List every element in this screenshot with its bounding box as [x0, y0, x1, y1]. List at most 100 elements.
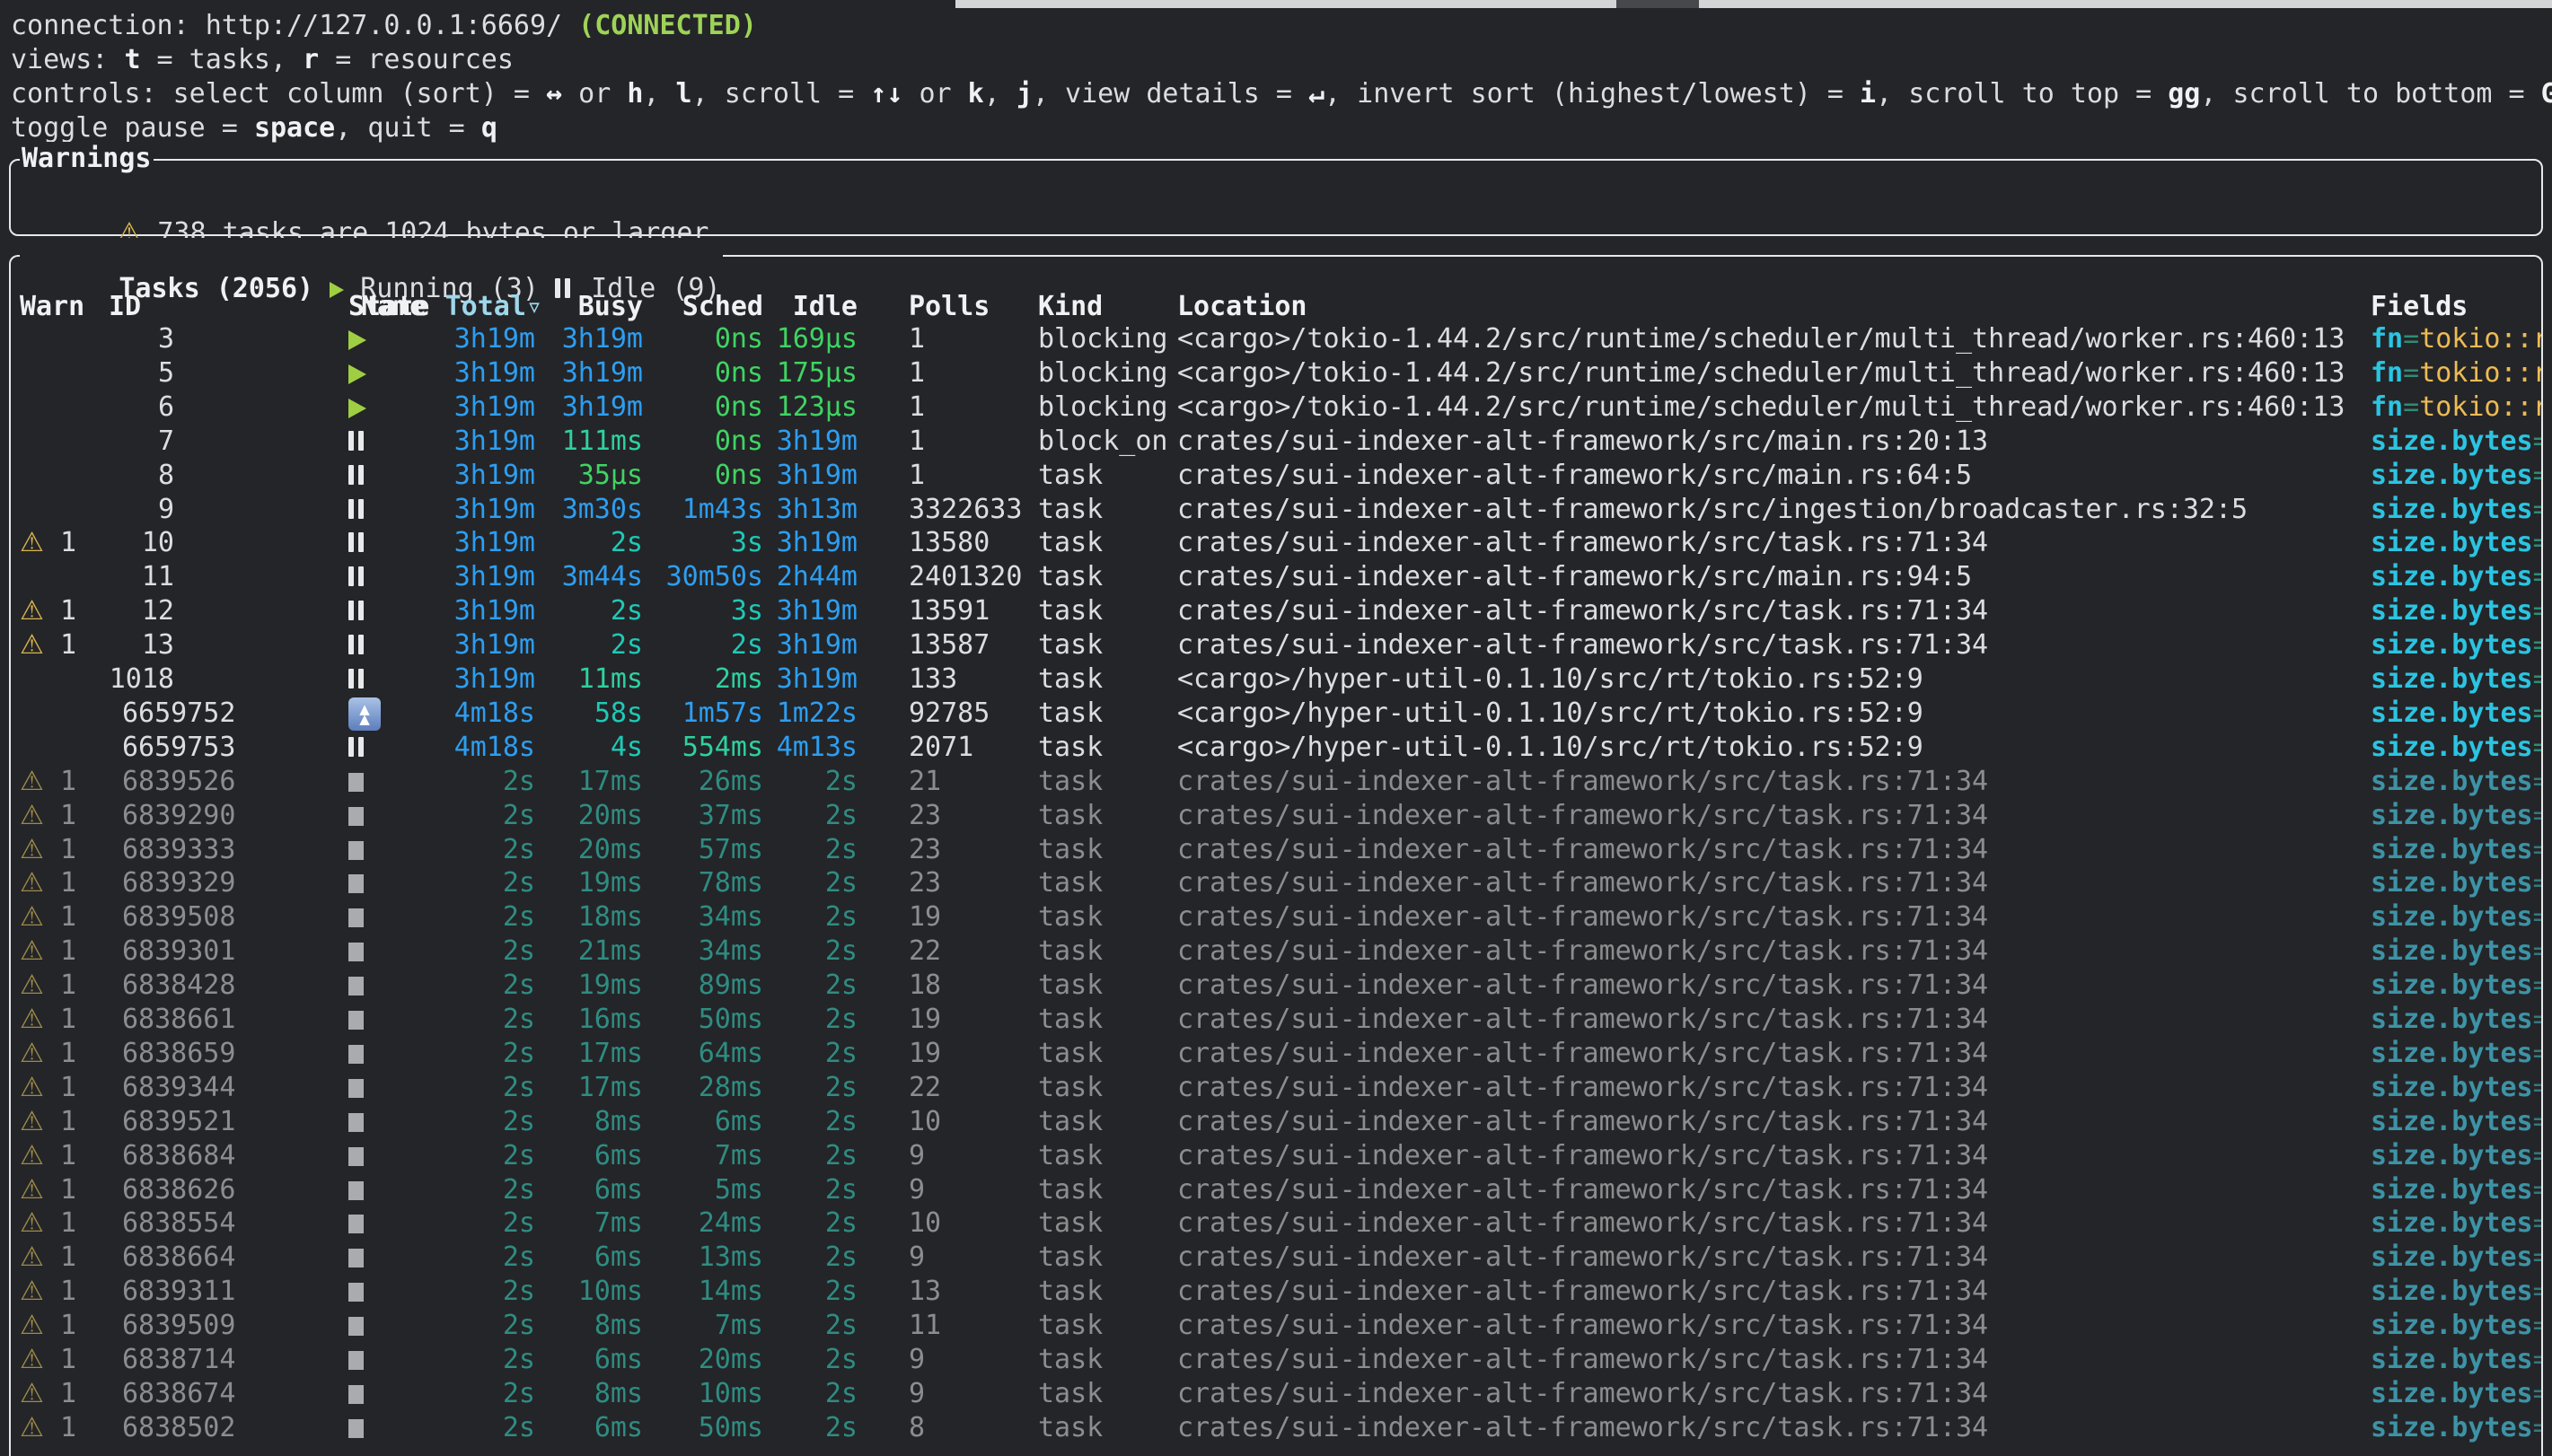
warn-count: 1: [60, 800, 76, 831]
cell-warn: ⚠ 1: [20, 1071, 95, 1105]
cell-name: [361, 526, 400, 560]
cell-fields: size.bytes=: [2371, 1411, 2541, 1445]
cell-location: crates/sui-indexer-alt-framework/src/tas…: [1177, 866, 2363, 900]
task-row[interactable]: ⚠ 1133h19m2s2s3h19m13587taskcrates/sui-i…: [11, 628, 2541, 662]
column-header-polls[interactable]: Polls: [909, 290, 1043, 324]
column-header-sched[interactable]: Sched: [652, 290, 763, 324]
task-row[interactable]: ⚠ 168386262s6ms5ms2s9taskcrates/sui-inde…: [11, 1173, 2541, 1207]
task-row[interactable]: 83h19m35µs0ns3h19m1taskcrates/sui-indexe…: [11, 459, 2541, 493]
task-row[interactable]: ⚠ 168392902s20ms37ms2s23taskcrates/sui-i…: [11, 799, 2541, 833]
cell-total: 2s: [406, 1003, 535, 1037]
task-row[interactable]: ⚠ 168393012s21ms34ms2s22taskcrates/sui-i…: [11, 934, 2541, 969]
cell-fields: fn=tokio::r: [2371, 322, 2541, 356]
column-header-id[interactable]: ID: [109, 290, 234, 324]
cell-location: <cargo>/tokio-1.44.2/src/runtime/schedul…: [1177, 322, 2363, 356]
task-row[interactable]: ⚠ 168395262s17ms26ms2s21taskcrates/sui-i…: [11, 765, 2541, 799]
field-key: size.bytes: [2371, 1174, 2533, 1206]
cell-warn: [20, 322, 95, 356]
task-row[interactable]: 93h19m3m30s1m43s3h13m3322633taskcrates/s…: [11, 493, 2541, 527]
cell-sched: 0ns: [652, 356, 763, 390]
task-row[interactable]: ⚠ 1123h19m2s3s3h19m13591taskcrates/sui-i…: [11, 594, 2541, 628]
task-row[interactable]: ⚠ 168393332s20ms57ms2s23taskcrates/sui-i…: [11, 833, 2541, 867]
task-row[interactable]: 10183h19m11ms2ms3h19m133task<cargo>/hype…: [11, 662, 2541, 697]
cell-busy: 19ms: [550, 969, 643, 1003]
task-row[interactable]: ⚠ 168384282s19ms89ms2s18taskcrates/sui-i…: [11, 969, 2541, 1003]
task-row[interactable]: 73h19m111ms0ns3h19m1block_oncrates/sui-i…: [11, 425, 2541, 459]
warn-count: 1: [60, 1310, 76, 1341]
cell-warn: ⚠ 1: [20, 799, 95, 833]
column-header-idle[interactable]: Idle: [768, 290, 858, 324]
cell-idle: 3h19m: [768, 459, 858, 493]
column-header-fields[interactable]: Fields: [2371, 290, 2541, 324]
column-header-location[interactable]: Location: [1177, 290, 2363, 324]
cell-sched: 28ms: [652, 1071, 763, 1105]
cell-polls: 13: [909, 1275, 1043, 1309]
task-row[interactable]: 33h19m3h19m0ns169µs1blocking<cargo>/toki…: [11, 322, 2541, 356]
cell-kind: task: [1038, 833, 1182, 867]
task-row[interactable]: ⚠ 168393112s10ms14ms2s13taskcrates/sui-i…: [11, 1275, 2541, 1309]
cell-task-id: 6839521: [122, 1105, 241, 1139]
cell-kind: task: [1038, 628, 1182, 662]
column-header-busy[interactable]: Busy: [550, 290, 643, 324]
cell-location: crates/sui-indexer-alt-framework/src/tas…: [1177, 1377, 2363, 1411]
task-row[interactable]: ⚠ 168395092s8ms7ms2s11taskcrates/sui-ind…: [11, 1309, 2541, 1343]
cell-fields: size.bytes=: [2371, 1173, 2541, 1207]
task-row[interactable]: 53h19m3h19m0ns175µs1blocking<cargo>/toki…: [11, 356, 2541, 390]
task-row[interactable]: ⚠ 168393292s19ms78ms2s23taskcrates/sui-i…: [11, 866, 2541, 900]
cell-name: [361, 1241, 400, 1275]
cell-fields: size.bytes=: [2371, 765, 2541, 799]
task-row[interactable]: ⚠ 168386842s6ms7ms2s9taskcrates/sui-inde…: [11, 1139, 2541, 1173]
cell-warn: ⚠ 1: [20, 1309, 95, 1343]
tasks-panel: Tasks (2056) Running (3) Idle (9) WarnID…: [9, 255, 2543, 1456]
task-row[interactable]: 6659752▲▲4m18s58s1m57s1m22s92785task<car…: [11, 697, 2541, 731]
field-key: size.bytes: [2371, 1344, 2533, 1375]
field-equals: =: [2533, 1106, 2541, 1137]
task-row[interactable]: ⚠ 168387142s6ms20ms2s9taskcrates/sui-ind…: [11, 1343, 2541, 1377]
cell-warn: [20, 356, 95, 390]
warning-icon: ⚠: [20, 629, 44, 661]
column-header-warn[interactable]: Warn: [20, 290, 95, 324]
task-row[interactable]: ⚠ 1103h19m2s3s3h19m13580taskcrates/sui-i…: [11, 526, 2541, 560]
cell-busy: 3h19m: [550, 356, 643, 390]
field-key: size.bytes: [2371, 867, 2533, 899]
task-row[interactable]: 66597534m18s4s554ms4m13s2071task<cargo>/…: [11, 731, 2541, 765]
field-equals: =: [2533, 425, 2541, 457]
task-row[interactable]: ⚠ 168386742s8ms10ms2s9taskcrates/sui-ind…: [11, 1377, 2541, 1411]
window-top-edge: [955, 0, 1616, 8]
cell-warn: [20, 459, 95, 493]
field-equals: =: [2533, 1174, 2541, 1206]
cell-sched: 14ms: [652, 1275, 763, 1309]
column-header-total[interactable]: Total▿: [406, 290, 542, 324]
cell-polls: 9: [909, 1377, 1043, 1411]
cell-name: [361, 799, 400, 833]
cell-fields: size.bytes=: [2371, 628, 2541, 662]
field-equals: =: [2533, 494, 2541, 525]
task-row[interactable]: ⚠ 168386642s6ms13ms2s9taskcrates/sui-ind…: [11, 1241, 2541, 1275]
task-row[interactable]: 113h19m3m44s30m50s2h44m2401320taskcrates…: [11, 560, 2541, 594]
cell-sched: 50ms: [652, 1411, 763, 1445]
cell-location: crates/sui-indexer-alt-framework/src/tas…: [1177, 1071, 2363, 1105]
task-row[interactable]: ⚠ 168395082s18ms34ms2s19taskcrates/sui-i…: [11, 900, 2541, 934]
task-row[interactable]: ⚠ 168385542s7ms24ms2s10taskcrates/sui-in…: [11, 1206, 2541, 1241]
column-header-kind[interactable]: Kind: [1038, 290, 1182, 324]
text-segment: j: [1016, 78, 1033, 110]
task-row[interactable]: ⚠ 168386592s17ms64ms2s19taskcrates/sui-i…: [11, 1037, 2541, 1071]
field-key: size.bytes: [2371, 425, 2533, 457]
field-key: size.bytes: [2371, 935, 2533, 967]
text-segment: = tasks,: [141, 44, 304, 75]
warning-icon: ⚠: [20, 527, 44, 558]
cell-sched: 7ms: [652, 1139, 763, 1173]
cell-name: [361, 390, 400, 425]
task-row[interactable]: ⚠ 168386612s16ms50ms2s19taskcrates/sui-i…: [11, 1003, 2541, 1037]
warn-count: 1: [60, 969, 76, 1001]
cell-location: crates/sui-indexer-alt-framework/src/ing…: [1177, 493, 2363, 527]
field-key: size.bytes: [2371, 460, 2533, 491]
task-row[interactable]: 63h19m3h19m0ns123µs1blocking<cargo>/toki…: [11, 390, 2541, 425]
column-header-name[interactable]: Name: [361, 290, 400, 324]
task-row[interactable]: ⚠ 168385022s6ms50ms2s8taskcrates/sui-ind…: [11, 1411, 2541, 1445]
cell-task-id: 6839301: [122, 934, 241, 969]
cell-warn: ⚠ 1: [20, 1206, 95, 1241]
task-row[interactable]: ⚠ 168395212s8ms6ms2s10taskcrates/sui-ind…: [11, 1105, 2541, 1139]
warn-count: 1: [60, 834, 76, 865]
task-row[interactable]: ⚠ 168393442s17ms28ms2s22taskcrates/sui-i…: [11, 1071, 2541, 1105]
